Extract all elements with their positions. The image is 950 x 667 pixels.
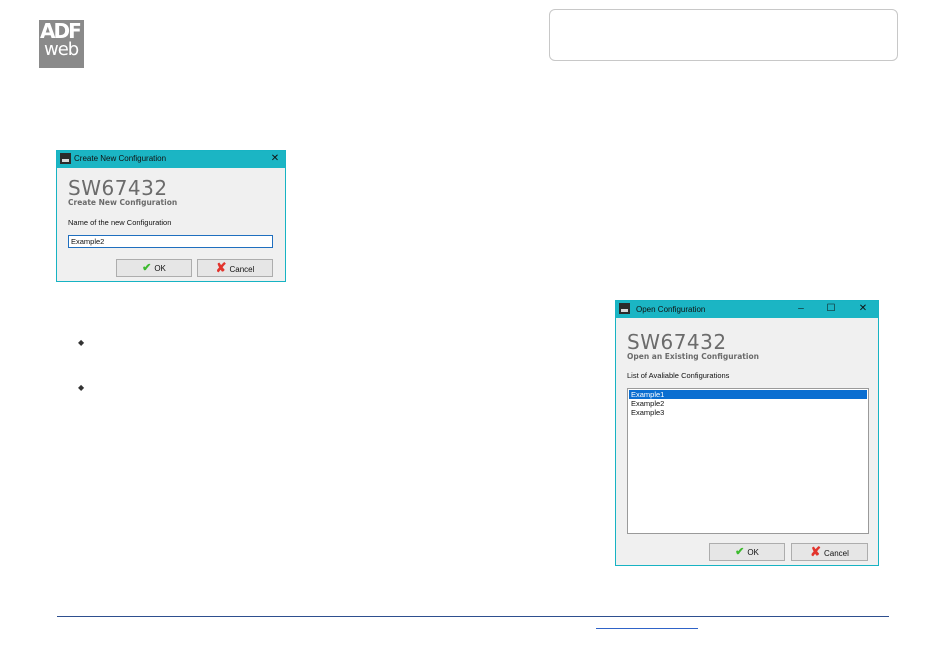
open-dialog-title: Open Configuration	[636, 305, 706, 314]
app-icon	[60, 153, 71, 164]
minimize-icon[interactable]: ─	[794, 302, 808, 316]
create-dialog-titlebar: Create New Configuration ✕	[57, 151, 285, 168]
footer-link-underline[interactable]	[596, 628, 698, 629]
config-name-input[interactable]: Example2	[68, 235, 273, 248]
create-dialog-title: Create New Configuration	[74, 154, 167, 163]
bullet-icon: ◆	[78, 338, 85, 347]
config-list-label: List of Avaliable Configurations	[627, 371, 730, 380]
check-icon: ✔	[142, 262, 152, 274]
cancel-button[interactable]: ✘ Cancel	[791, 543, 868, 561]
ok-label: OK	[154, 264, 166, 273]
logo-text-bottom: web	[44, 39, 79, 60]
dialog-subtitle: Create New Configuration	[68, 198, 178, 207]
footer-divider	[57, 616, 889, 617]
cancel-label: Cancel	[229, 265, 255, 274]
config-list[interactable]: Example1 Example2 Example3	[627, 388, 869, 534]
cross-icon: ✘	[215, 260, 227, 275]
ok-button[interactable]: ✔ OK	[116, 259, 192, 277]
cross-icon: ✘	[810, 544, 821, 559]
dialog-subtitle: Open an Existing Configuration	[627, 352, 759, 361]
close-icon[interactable]: ✕	[856, 302, 870, 316]
adfweb-logo: ADF web	[39, 20, 84, 68]
list-item-selected[interactable]: Example1	[629, 390, 867, 399]
ok-label: OK	[747, 548, 759, 557]
ok-button[interactable]: ✔ OK	[709, 543, 785, 561]
product-code: SW67432	[627, 330, 727, 354]
config-name-label: Name of the new Configuration	[68, 218, 172, 227]
open-config-dialog: Open Configuration ─ ☐ ✕ SW67432 Open an…	[615, 300, 879, 566]
list-item[interactable]: Example2	[629, 399, 867, 408]
header-box	[549, 9, 898, 61]
create-config-dialog: Create New Configuration ✕ SW67432 Creat…	[56, 150, 286, 282]
app-icon	[619, 303, 630, 314]
product-code: SW67432	[68, 176, 168, 200]
check-icon: ✔	[735, 546, 745, 558]
maximize-icon[interactable]: ☐	[824, 302, 838, 316]
list-item[interactable]: Example3	[629, 408, 867, 417]
cancel-button[interactable]: ✘ Cancel	[197, 259, 273, 277]
bullet-icon: ◆	[78, 383, 85, 392]
open-dialog-titlebar: Open Configuration ─ ☐ ✕	[616, 301, 878, 318]
cancel-label: Cancel	[824, 549, 849, 558]
close-icon[interactable]: ✕	[268, 152, 282, 166]
